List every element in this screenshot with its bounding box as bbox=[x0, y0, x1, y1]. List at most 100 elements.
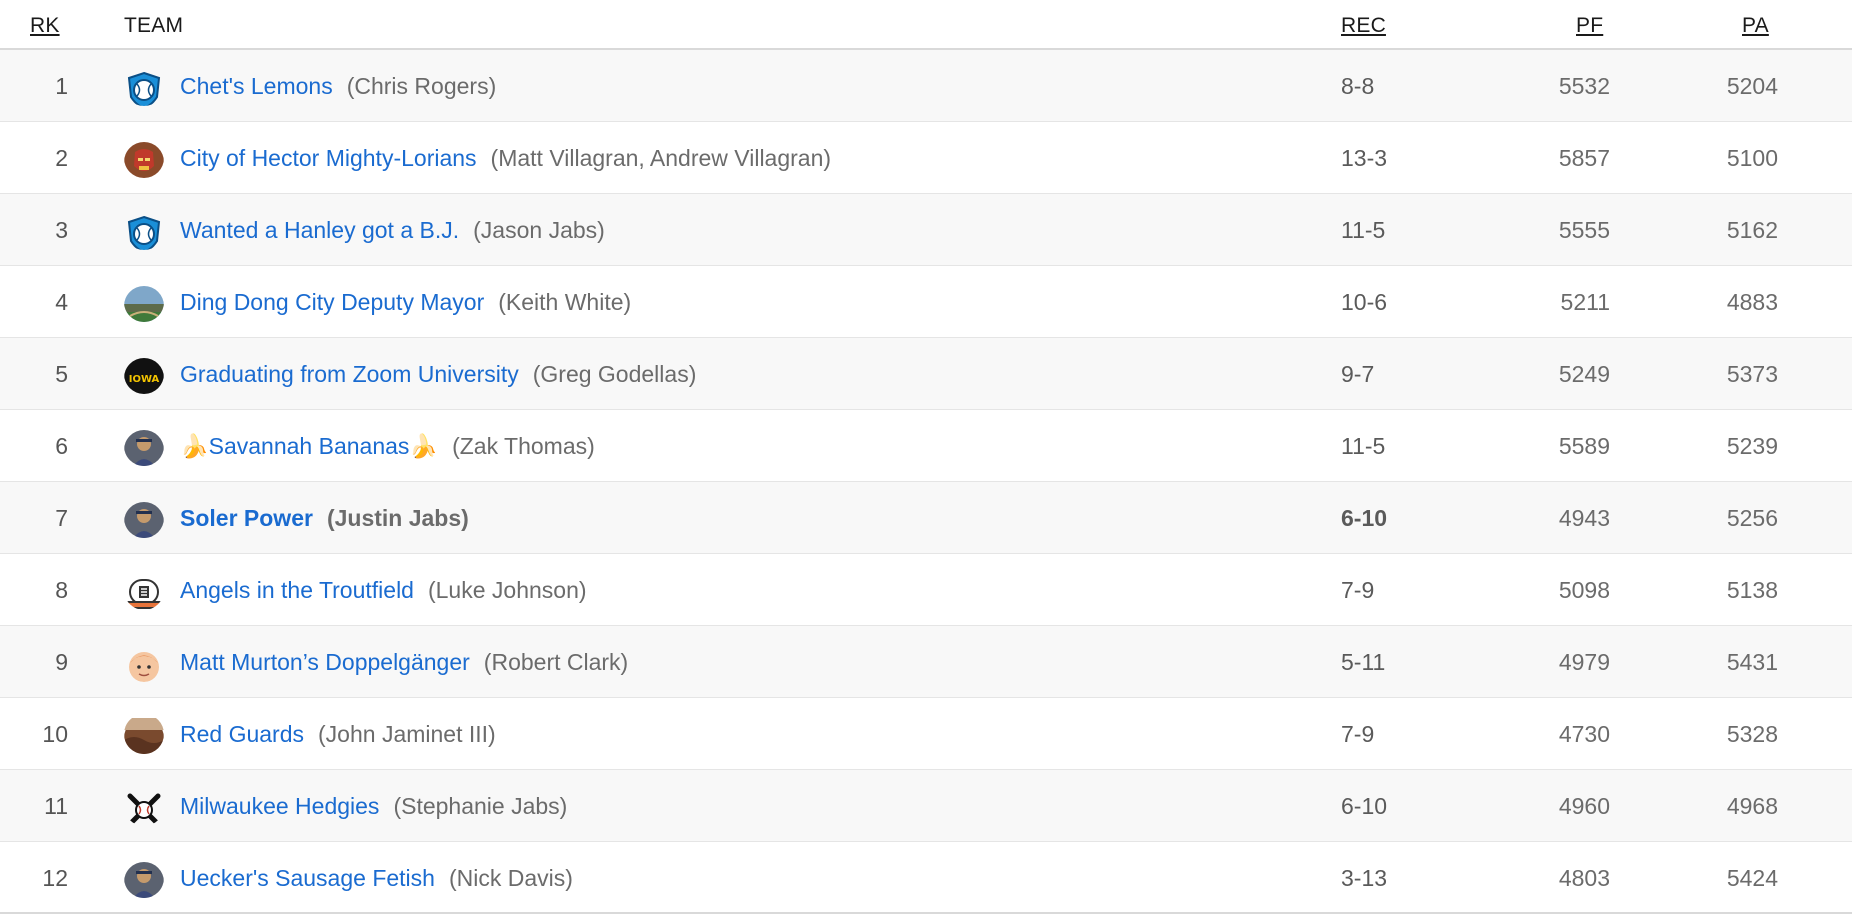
team-cell: IOWA Graduating from Zoom University (Greg… bbox=[124, 338, 696, 410]
standings-table: RK TEAM REC PF PA 1 Chet's Lemons (Chris R… bbox=[0, 0, 1852, 914]
stadium-photo-avatar bbox=[124, 282, 164, 322]
team-cell: Angels in the Troutfield (Luke Johnson) bbox=[124, 554, 587, 626]
team-cell: Chet's Lemons (Chris Rogers) bbox=[124, 50, 496, 122]
record-cell: 10-6 bbox=[1341, 289, 1388, 315]
rank-cell: 1 bbox=[55, 73, 68, 99]
points-against-cell: 4883 bbox=[1726, 289, 1778, 315]
points-for-cell: 4960 bbox=[1558, 793, 1610, 819]
record-cell: 6-10 bbox=[1341, 793, 1388, 819]
points-for-cell: 4730 bbox=[1558, 721, 1610, 747]
table-row: 11 Milwaukee Hedgies (Stephanie Jabs) 6-10 4… bbox=[0, 770, 1852, 842]
team-name-link[interactable]: Red Guards bbox=[180, 698, 304, 770]
rank-cell: 12 bbox=[42, 865, 68, 891]
points-against-cell: 5239 bbox=[1726, 433, 1778, 459]
team-name-link[interactable]: Angels in the Troutfield bbox=[180, 554, 414, 626]
team-cell: City of Hector Mighty-Lorians (Matt Villa… bbox=[124, 122, 831, 194]
ironman-avatar bbox=[124, 138, 164, 178]
team-cell: Matt Murton’s Doppelgänger (Robert Clark) bbox=[124, 626, 628, 698]
table-row: 8 Angels in the Troutfield (Luke Johnson) 7… bbox=[0, 554, 1852, 626]
table-row: 12 Uecker's Sausage Fetish (Nick Davis) 3-1… bbox=[0, 842, 1852, 914]
rank-cell: 6 bbox=[55, 433, 68, 459]
points-for-cell: 5532 bbox=[1558, 73, 1610, 99]
rank-cell: 2 bbox=[55, 145, 68, 171]
face-emoji-avatar bbox=[124, 642, 164, 682]
rank-cell: 5 bbox=[55, 361, 68, 387]
points-for-cell: 5589 bbox=[1558, 433, 1610, 459]
column-header-record[interactable]: REC bbox=[1341, 14, 1386, 38]
team-name-link[interactable]: Chet's Lemons bbox=[180, 50, 333, 122]
team-cell: Milwaukee Hedgies (Stephanie Jabs) bbox=[124, 770, 567, 842]
player-photo-avatar bbox=[124, 858, 164, 898]
team-owner: (Luke Johnson) bbox=[427, 577, 587, 603]
points-against-cell: 5162 bbox=[1726, 217, 1778, 243]
team-name-link[interactable]: Soler Power bbox=[180, 482, 313, 554]
points-against-cell: 5424 bbox=[1726, 865, 1778, 891]
record-cell: 6-10 bbox=[1341, 505, 1388, 531]
iowa-logo-avatar: IOWA bbox=[124, 354, 164, 394]
points-against-cell: 5373 bbox=[1726, 361, 1778, 387]
table-row: 4 Ding Dong City Deputy Mayor (Keith White… bbox=[0, 266, 1852, 338]
points-against-cell: 5431 bbox=[1726, 649, 1778, 675]
table-row: 1 Chet's Lemons (Chris Rogers) 8-8 5532 5204 bbox=[0, 50, 1852, 122]
team-owner: (Robert Clark) bbox=[483, 649, 629, 675]
team-name-link[interactable]: Milwaukee Hedgies bbox=[180, 770, 379, 842]
points-for-cell: 4943 bbox=[1558, 505, 1610, 531]
points-against-cell: 5328 bbox=[1726, 721, 1778, 747]
points-for-cell: 5211 bbox=[1560, 289, 1610, 315]
team-owner: (Zak Thomas) bbox=[452, 433, 595, 459]
record-cell: 5-11 bbox=[1341, 649, 1386, 675]
rank-cell: 11 bbox=[44, 793, 68, 819]
column-header-points-against[interactable]: PA bbox=[1742, 14, 1769, 38]
points-for-cell: 4979 bbox=[1558, 649, 1610, 675]
shield-baseball-icon bbox=[124, 66, 164, 106]
team-name-link[interactable]: Matt Murton’s Doppelgänger bbox=[180, 626, 470, 698]
table-row: 2 City of Hector Mighty-Lorians (Matt Vill… bbox=[0, 122, 1852, 194]
table-body: 1 Chet's Lemons (Chris Rogers) 8-8 5532 5204 2… bbox=[0, 50, 1852, 914]
table-row: 10 Red Guards (John Jaminet III) 7-9 4730 532… bbox=[0, 698, 1852, 770]
record-cell: 11-5 bbox=[1341, 433, 1386, 459]
team-owner: (John Jaminet III) bbox=[318, 721, 496, 747]
team-name-link[interactable]: Graduating from Zoom University bbox=[180, 338, 519, 410]
points-for-cell: 5249 bbox=[1558, 361, 1610, 387]
team-cell: 🍌Savannah Bananas🍌 (Zak Thomas) bbox=[124, 410, 595, 482]
team-name-link[interactable]: Ding Dong City Deputy Mayor bbox=[180, 266, 484, 338]
rank-cell: 9 bbox=[55, 649, 68, 675]
player-photo-avatar bbox=[124, 426, 164, 466]
team-cell: Wanted a Hanley got a B.J. (Jason Jabs) bbox=[124, 194, 605, 266]
points-for-cell: 5098 bbox=[1558, 577, 1610, 603]
team-name-link[interactable]: 🍌Savannah Bananas🍌 bbox=[180, 410, 438, 482]
team-cell: Uecker's Sausage Fetish (Nick Davis) bbox=[124, 842, 573, 914]
team-owner: (Jason Jabs) bbox=[473, 217, 605, 243]
record-cell: 13-3 bbox=[1341, 145, 1388, 171]
rank-cell: 3 bbox=[55, 217, 68, 243]
column-header-points-for[interactable]: PF bbox=[1576, 14, 1603, 38]
record-cell: 8-8 bbox=[1341, 73, 1375, 99]
team-cell: Soler Power (Justin Jabs) bbox=[124, 482, 469, 554]
record-cell: 9-7 bbox=[1341, 361, 1375, 387]
team-name-link[interactable]: Uecker's Sausage Fetish bbox=[180, 842, 435, 914]
svg-text:IOWA: IOWA bbox=[129, 374, 160, 385]
team-cell: Ding Dong City Deputy Mayor (Keith White) bbox=[124, 266, 631, 338]
team-owner: (Justin Jabs) bbox=[326, 505, 469, 531]
table-header: RK TEAM REC PF PA bbox=[0, 0, 1852, 50]
record-cell: 7-9 bbox=[1341, 577, 1375, 603]
column-header-team: TEAM bbox=[124, 14, 184, 37]
points-against-cell: 5204 bbox=[1726, 73, 1778, 99]
crowd-photo-avatar bbox=[124, 714, 164, 754]
points-against-cell: 5256 bbox=[1726, 505, 1778, 531]
points-for-cell: 4803 bbox=[1558, 865, 1610, 891]
points-against-cell: 5138 bbox=[1726, 577, 1778, 603]
column-header-rank[interactable]: RK bbox=[30, 14, 60, 38]
points-against-cell: 4968 bbox=[1726, 793, 1778, 819]
rank-cell: 4 bbox=[55, 289, 68, 315]
table-row: 6 🍌Savannah Bananas🍌 (Zak Thomas) 11-5 5589 5… bbox=[0, 410, 1852, 482]
record-cell: 11-5 bbox=[1341, 217, 1386, 243]
team-name-link[interactable]: Wanted a Hanley got a B.J. bbox=[180, 194, 459, 266]
rank-cell: 7 bbox=[55, 505, 68, 531]
crossed-bats-icon bbox=[124, 786, 164, 826]
team-name-link[interactable]: City of Hector Mighty-Lorians bbox=[180, 122, 477, 194]
points-for-cell: 5555 bbox=[1558, 217, 1610, 243]
team-owner: (Chris Rogers) bbox=[346, 73, 497, 99]
team-owner: (Greg Godellas) bbox=[532, 361, 697, 387]
team-owner: (Stephanie Jabs) bbox=[393, 793, 568, 819]
